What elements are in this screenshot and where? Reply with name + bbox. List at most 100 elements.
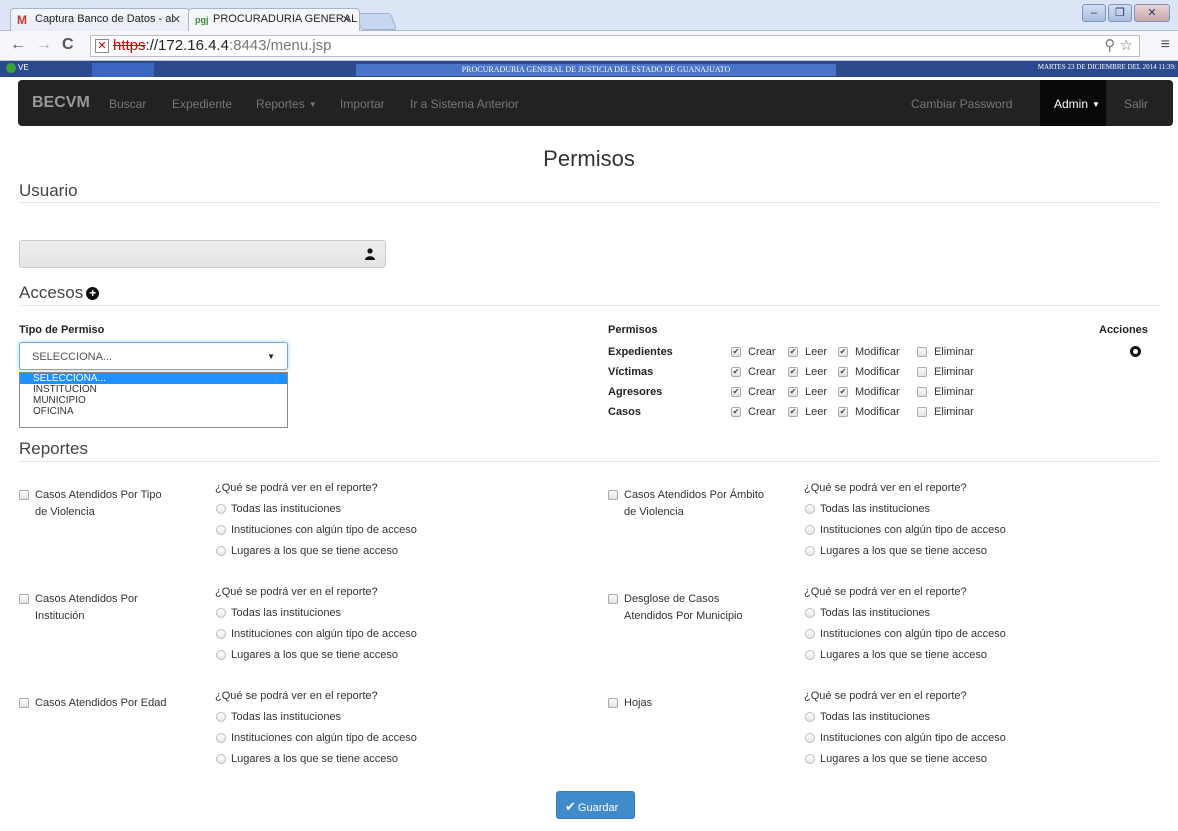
report-scope-radio[interactable] bbox=[216, 712, 226, 722]
modificar-label: Modificar bbox=[855, 386, 900, 398]
report-checkbox[interactable] bbox=[19, 594, 29, 604]
leer-checkbox[interactable]: ✔ bbox=[788, 387, 798, 397]
option-oficina[interactable]: OFICINA bbox=[20, 406, 287, 417]
report-scope-radio[interactable] bbox=[216, 754, 226, 764]
report-scope-radio[interactable] bbox=[216, 525, 226, 535]
eliminar-checkbox[interactable] bbox=[917, 407, 927, 417]
url-bar[interactable]: ✕ https://172.16.4.4:8443/menu.jsp ⚲ ☆ bbox=[90, 35, 1140, 57]
save-button[interactable]: ✔ Guardar bbox=[556, 791, 635, 819]
report-label: Atendidos Por Municipio bbox=[624, 610, 743, 622]
report-scope-label: Todas las instituciones bbox=[231, 503, 342, 515]
close-icon[interactable]: ✕ bbox=[342, 13, 351, 26]
select-value: SELECCIONA... bbox=[32, 351, 113, 363]
nav-cambiar-password[interactable]: Cambiar Password bbox=[911, 97, 1012, 111]
report-checkbox[interactable] bbox=[19, 490, 29, 500]
report-scope-radio[interactable] bbox=[805, 629, 815, 639]
report-scope-radio[interactable] bbox=[216, 546, 226, 556]
modificar-checkbox[interactable]: ✔ bbox=[838, 407, 848, 417]
nav-admin[interactable]: Admin ▼ bbox=[1040, 80, 1106, 126]
report-scope-label: Todas las instituciones bbox=[820, 711, 931, 723]
report-scope-radio[interactable] bbox=[805, 712, 815, 722]
report-label: Institución bbox=[35, 610, 85, 622]
report-scope-radio[interactable] bbox=[216, 650, 226, 660]
tipo-permiso-label: Tipo de Permiso bbox=[19, 324, 105, 336]
eliminar-label: Eliminar bbox=[934, 406, 974, 418]
nav-buscar[interactable]: Buscar bbox=[109, 97, 146, 111]
bookmark-star-icon[interactable]: ⚲ ☆ bbox=[1104, 36, 1133, 56]
nav-expediente[interactable]: Expediente bbox=[172, 97, 232, 111]
tipo-permiso-select[interactable]: SELECCIONA... ▼ bbox=[19, 342, 288, 370]
report-scope-radio[interactable] bbox=[216, 608, 226, 618]
report-scope-radio[interactable] bbox=[216, 504, 226, 514]
report-question: ¿Qué se podrá ver en el reporte? bbox=[804, 482, 967, 494]
crear-label: Crear bbox=[748, 346, 776, 358]
permisos-label: Permisos bbox=[608, 324, 658, 336]
report-checkbox[interactable] bbox=[19, 698, 29, 708]
eliminar-checkbox[interactable] bbox=[917, 347, 927, 357]
url-host: ://172.16.4.4 bbox=[145, 37, 229, 54]
option-selecciona[interactable]: SELECCIONA... bbox=[20, 373, 287, 384]
reload-icon[interactable]: C bbox=[62, 36, 74, 54]
crear-checkbox[interactable]: ✔ bbox=[731, 367, 741, 377]
option-institucion[interactable]: INSTITUCIÓN bbox=[20, 384, 287, 395]
minimize-icon[interactable]: – bbox=[1082, 4, 1106, 22]
report-scope-radio[interactable] bbox=[805, 733, 815, 743]
modificar-label: Modificar bbox=[855, 406, 900, 418]
add-circle-icon[interactable]: + bbox=[86, 287, 100, 301]
report-checkbox[interactable] bbox=[608, 698, 618, 708]
eliminar-label: Eliminar bbox=[934, 366, 974, 378]
leer-label: Leer bbox=[805, 386, 828, 398]
report-scope-radio[interactable] bbox=[805, 504, 815, 514]
report-scope-radio[interactable] bbox=[805, 546, 815, 556]
report-scope-radio[interactable] bbox=[805, 650, 815, 660]
browser-tab-gmail[interactable]: M Captura Banco de Datos - al ✕ bbox=[10, 8, 190, 31]
leer-checkbox[interactable]: ✔ bbox=[788, 367, 798, 377]
nav-sistema-anterior[interactable]: Ir a Sistema Anterior bbox=[410, 97, 519, 111]
page-title: Permisos bbox=[543, 146, 635, 171]
acciones-label: Acciones bbox=[1099, 324, 1148, 336]
close-window-icon[interactable]: ✕ bbox=[1134, 4, 1170, 22]
eliminar-checkbox[interactable] bbox=[917, 387, 927, 397]
close-icon[interactable]: ✕ bbox=[172, 13, 181, 26]
user-search-input[interactable] bbox=[19, 240, 386, 268]
report-scope-radio[interactable] bbox=[805, 754, 815, 764]
permission-row: Agresores ✔ Crear ✔ Leer ✔ Modificar Eliminar bbox=[608, 386, 1008, 400]
modificar-checkbox[interactable]: ✔ bbox=[838, 367, 848, 377]
navbar-brand[interactable]: BECVM bbox=[32, 94, 90, 112]
report-checkbox[interactable] bbox=[608, 490, 618, 500]
report-scope-radio[interactable] bbox=[805, 525, 815, 535]
eliminar-checkbox[interactable] bbox=[917, 367, 927, 377]
report-scope-radio[interactable] bbox=[216, 733, 226, 743]
report-scope-label: Lugares a los que se tiene acceso bbox=[231, 753, 398, 765]
user-icon bbox=[365, 248, 375, 260]
gmail-icon: M bbox=[17, 13, 27, 27]
crear-checkbox[interactable]: ✔ bbox=[731, 387, 741, 397]
nav-importar[interactable]: Importar bbox=[340, 97, 385, 111]
report-scope-radio[interactable] bbox=[216, 629, 226, 639]
browser-menu-icon[interactable]: ≡ bbox=[1161, 36, 1170, 54]
browser-toolbar: ← → C ✕ https://172.16.4.4:8443/menu.jsp… bbox=[0, 31, 1178, 61]
nav-reportes[interactable]: Reportes ▼ bbox=[256, 97, 317, 111]
nav-salir[interactable]: Salir bbox=[1124, 97, 1148, 111]
crear-checkbox[interactable]: ✔ bbox=[731, 347, 741, 357]
option-municipio[interactable]: MUNICIPIO bbox=[20, 395, 287, 406]
new-tab-button[interactable] bbox=[354, 13, 398, 30]
report-checkbox[interactable] bbox=[608, 594, 618, 604]
modificar-checkbox[interactable]: ✔ bbox=[838, 387, 848, 397]
report-scope-radio[interactable] bbox=[805, 608, 815, 618]
back-icon[interactable]: ← bbox=[10, 36, 26, 54]
browser-tab-procuraduria[interactable]: pgj PROCURADURIA GENERAL D ✕ bbox=[188, 8, 360, 31]
crear-checkbox[interactable]: ✔ bbox=[731, 407, 741, 417]
insecure-lock-icon[interactable]: ✕ bbox=[95, 39, 109, 53]
modificar-checkbox[interactable]: ✔ bbox=[838, 347, 848, 357]
leer-checkbox[interactable]: ✔ bbox=[788, 347, 798, 357]
remove-circle-icon[interactable] bbox=[1130, 346, 1141, 357]
report-label: Desglose de Casos bbox=[624, 593, 720, 605]
leer-label: Leer bbox=[805, 406, 828, 418]
app-header-strip: VE PROCURADURIA GENERAL DE JUSTICIA DEL … bbox=[0, 61, 1178, 77]
restore-icon[interactable]: ❐ bbox=[1108, 4, 1132, 22]
leer-checkbox[interactable]: ✔ bbox=[788, 407, 798, 417]
window-controls: – ❐ ✕ bbox=[1082, 4, 1170, 22]
forward-icon[interactable]: → bbox=[36, 36, 52, 54]
permission-row: Víctimas ✔ Crear ✔ Leer ✔ Modificar Eliminar bbox=[608, 366, 1008, 380]
